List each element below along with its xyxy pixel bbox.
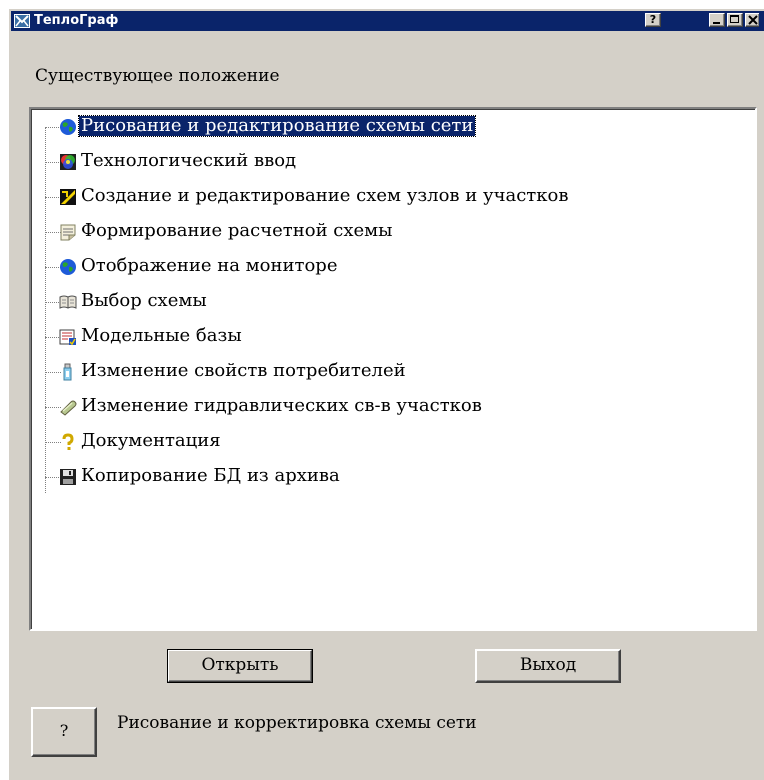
floppy-icon [60, 469, 76, 485]
tree-item[interactable]: Выбор схемы [31, 290, 731, 314]
tree-item[interactable]: Технологический ввод [31, 150, 731, 174]
scheme-editor-icon [60, 189, 76, 205]
window-title: ТеплоГраф [34, 13, 119, 28]
globe-icon [60, 259, 76, 275]
close-icon [748, 15, 758, 25]
item-description: Рисование и корректировка схемы сети [117, 713, 477, 733]
globe-icon [60, 119, 76, 135]
maximize-button[interactable] [727, 13, 743, 27]
question-icon [62, 433, 74, 450]
document-icon [60, 224, 76, 241]
tree-item-label: Рисование и редактирование схемы сети [77, 115, 477, 137]
help-title-button[interactable]: ? [645, 13, 661, 27]
help-button[interactable]: ? [31, 707, 97, 757]
tree-item[interactable]: Отображение на мониторе [31, 255, 731, 279]
tree-item[interactable]: Изменение свойств потребителей [31, 360, 731, 384]
tree-item-label: Технологический ввод [81, 150, 297, 171]
tree-item-label: Изменение свойств потребителей [81, 360, 406, 381]
tree-item-label: Документация [81, 430, 221, 451]
color-wheel-icon [60, 154, 76, 170]
tree-item[interactable]: Изменение гидравлических св-в участков [31, 395, 731, 419]
tree-item[interactable]: Создание и редактирование схем узлов и у… [31, 185, 731, 209]
app-icon [14, 14, 30, 28]
tree-item-label: Копирование БД из архива [81, 465, 340, 486]
tree-item-label: Создание и редактирование схем узлов и у… [81, 185, 569, 206]
tree-item-label: Отображение на мониторе [81, 255, 338, 276]
tree-item[interactable]: Формирование расчетной схемы [31, 220, 731, 244]
tree-item-label: Выбор схемы [81, 290, 207, 311]
exit-button[interactable]: Выход [475, 649, 621, 683]
main-window: ТеплоГраф ? Существующее положение Рисов… [8, 8, 764, 780]
open-button[interactable]: Открыть [167, 649, 313, 683]
maximize-icon [730, 15, 739, 23]
menu-tree[interactable]: Рисование и редактирование схемы сети Те… [29, 107, 757, 631]
database-icon [59, 329, 76, 346]
book-icon [59, 295, 77, 309]
consumer-icon [63, 363, 72, 381]
tree-item[interactable]: Копирование БД из архива [31, 465, 731, 489]
tree-item[interactable]: Документация [31, 430, 731, 454]
minimize-icon [713, 22, 720, 24]
tree-item[interactable]: Рисование и редактирование схемы сети [31, 115, 731, 139]
pipe-icon [60, 400, 77, 416]
tree-item[interactable]: Модельные базы [31, 325, 731, 349]
mode-heading: Существующее положение [35, 66, 280, 86]
title-bar[interactable]: ТеплоГраф ? [11, 11, 764, 31]
minimize-button[interactable] [709, 13, 725, 27]
close-button[interactable] [745, 13, 759, 27]
tree-item-label: Формирование расчетной схемы [81, 220, 393, 241]
tree-item-label: Изменение гидравлических св-в участков [81, 395, 482, 416]
tree-item-label: Модельные базы [81, 325, 242, 346]
